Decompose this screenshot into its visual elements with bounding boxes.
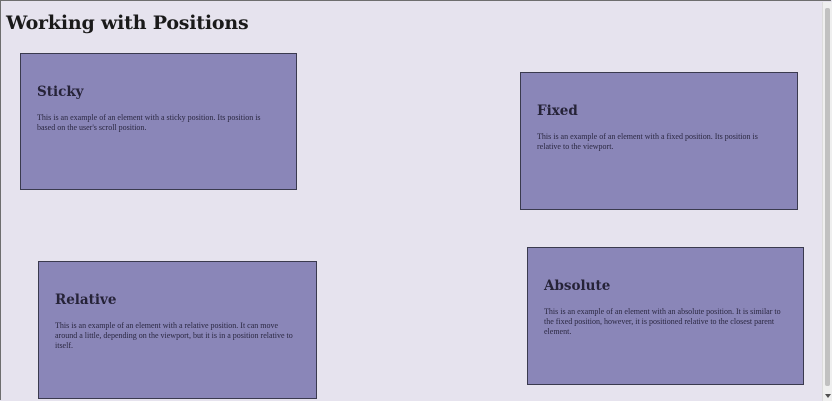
relative-description: This is an example of an element with a … xyxy=(55,321,293,350)
vertical-scrollbar[interactable] xyxy=(822,2,832,401)
chevron-down-icon[interactable] xyxy=(825,394,831,398)
scrollbar-thumb[interactable] xyxy=(825,8,830,386)
sticky-description: This is an example of an element with a … xyxy=(37,113,261,132)
absolute-box: Absolute This is an example of an elemen… xyxy=(527,247,804,385)
fixed-heading: Fixed xyxy=(537,103,578,119)
absolute-description: This is an example of an element with an… xyxy=(544,307,781,336)
fixed-box: Fixed This is an example of an element w… xyxy=(520,72,798,210)
relative-heading: Relative xyxy=(55,292,117,308)
relative-box: Relative This is an example of an elemen… xyxy=(38,261,317,399)
sticky-heading: Sticky xyxy=(37,84,84,100)
sticky-box: Sticky This is an example of an element … xyxy=(20,53,297,190)
fixed-description: This is an example of an element with a … xyxy=(537,132,758,151)
absolute-heading: Absolute xyxy=(544,278,611,294)
page-title: Working with Positions xyxy=(6,12,249,34)
